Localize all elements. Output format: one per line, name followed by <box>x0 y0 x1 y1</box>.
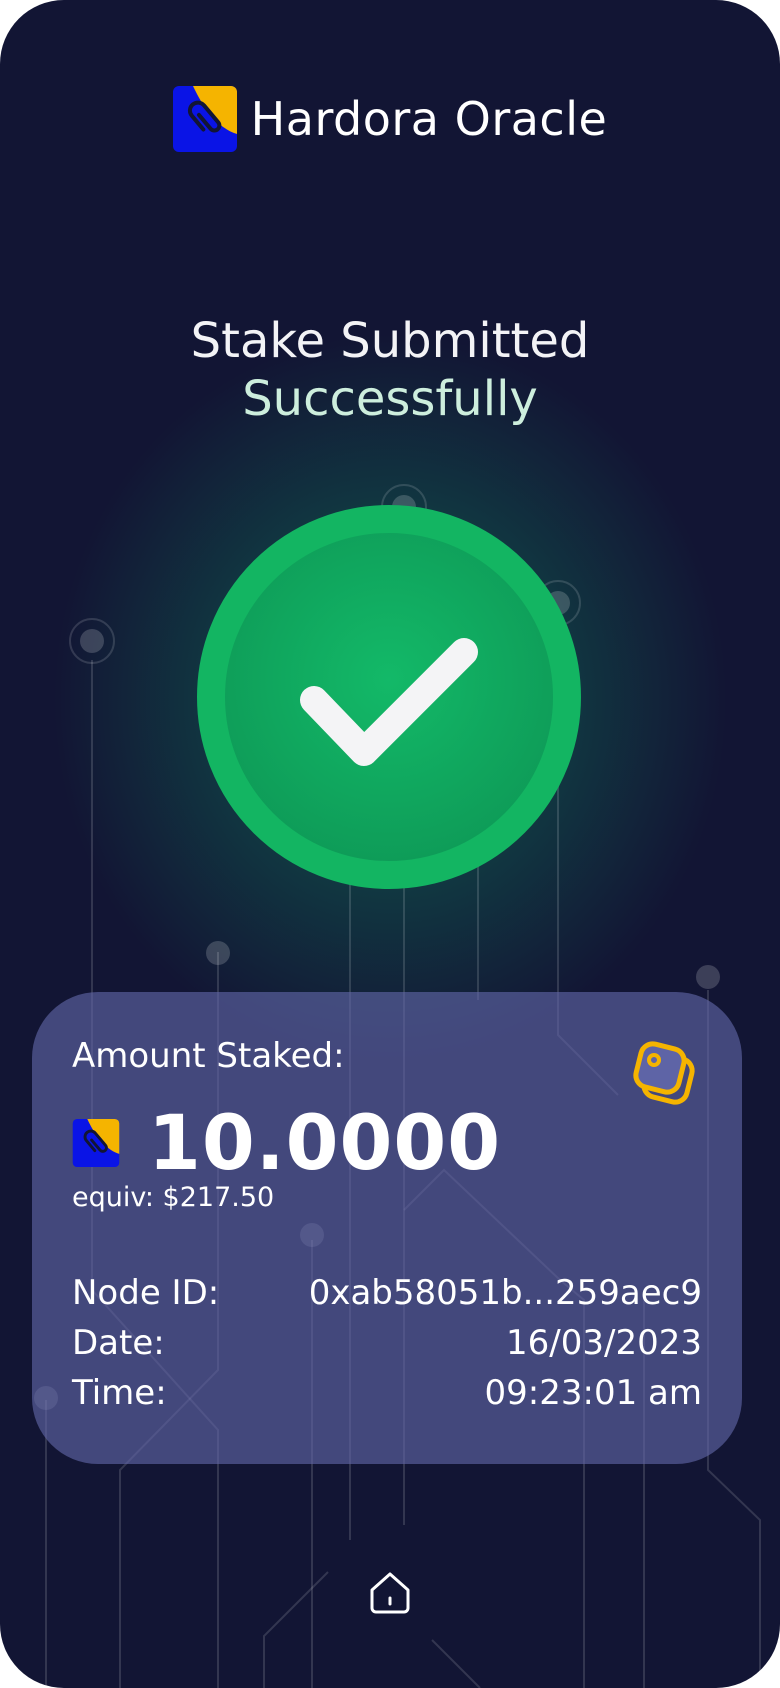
app-screen: Hardora Oracle Stake Submitted Successfu… <box>0 0 780 1688</box>
success-headline: Stake Submitted Successfully <box>0 312 780 428</box>
detail-row-time: Time: 09:23:01 am <box>72 1368 702 1418</box>
hardora-token-icon <box>72 1118 120 1167</box>
date-label: Date: <box>72 1323 165 1363</box>
app-title: Hardora Oracle <box>250 92 608 146</box>
app-header: Hardora Oracle <box>0 86 780 152</box>
home-icon <box>370 1572 410 1614</box>
node-id-label: Node ID: <box>72 1273 220 1313</box>
amount-row: 10.0000 <box>72 1098 501 1187</box>
check-circle-icon <box>197 505 581 889</box>
headline-line-2: Successfully <box>242 371 538 427</box>
stake-details: Node ID: 0xab58051b...259aec9 Date: 16/0… <box>72 1268 702 1418</box>
stack-icon <box>633 1041 695 1105</box>
time-label: Time: <box>72 1373 167 1413</box>
stake-summary-card: Amount Staked: 10.0000 equiv: $217.50 No… <box>32 992 742 1464</box>
amount-label: Amount Staked: <box>72 1036 345 1076</box>
node-id-value: 0xab58051b...259aec9 <box>308 1273 702 1313</box>
hardora-logo-icon <box>172 86 237 152</box>
detail-row-date: Date: 16/03/2023 <box>72 1318 702 1368</box>
fiat-equivalent: equiv: $217.50 <box>72 1182 275 1213</box>
home-button[interactable] <box>366 1568 414 1616</box>
detail-row-node-id: Node ID: 0xab58051b...259aec9 <box>72 1268 702 1318</box>
time-value: 09:23:01 am <box>484 1373 702 1413</box>
staked-amount: 10.0000 <box>148 1098 502 1187</box>
date-value: 16/03/2023 <box>506 1323 702 1363</box>
headline-line-1: Stake Submitted <box>190 313 590 369</box>
